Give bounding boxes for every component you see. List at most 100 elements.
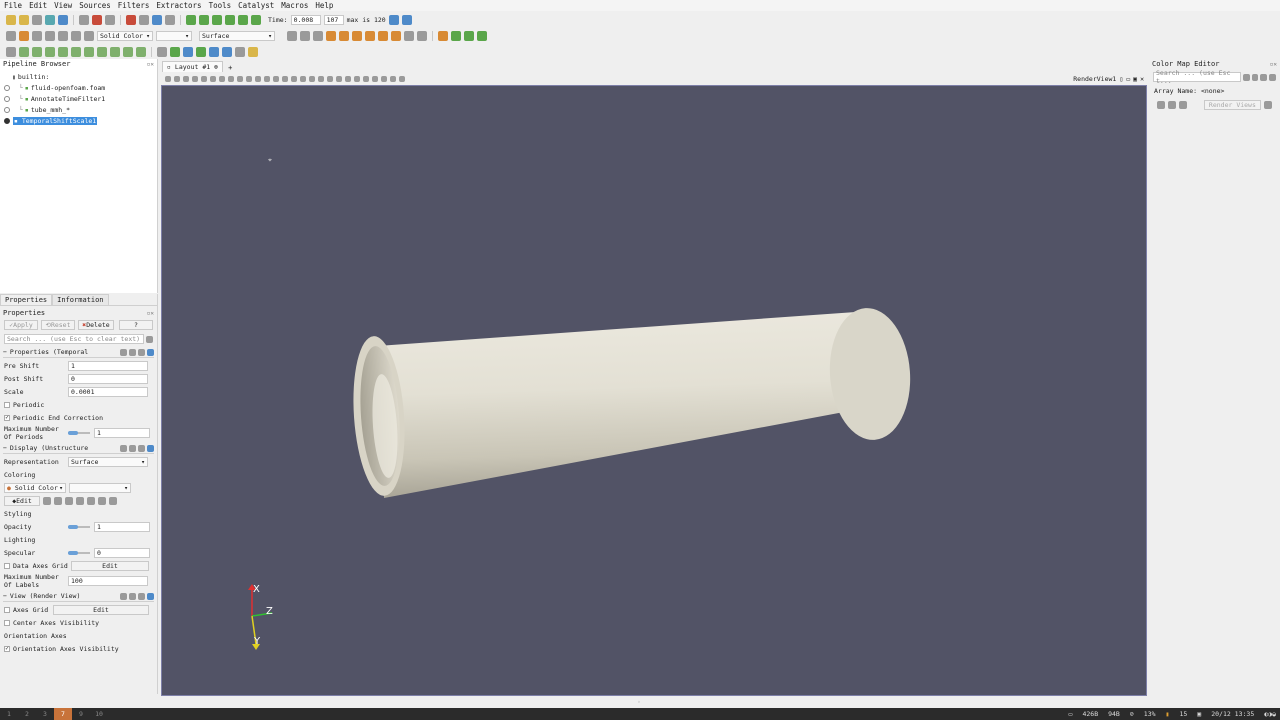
opacity-slider[interactable]	[68, 524, 90, 529]
set-view-direction-x-icon[interactable]	[326, 30, 336, 41]
paste-icon[interactable]	[129, 592, 136, 600]
connect-icon[interactable]	[45, 14, 55, 25]
specular-slider[interactable]	[68, 550, 90, 555]
opacity-field[interactable]: 1	[94, 521, 150, 532]
orientation-axes-visibility-row[interactable]: ✓ Orientation Axes Visibility	[0, 642, 157, 655]
view-tool-icon[interactable]	[345, 75, 351, 82]
post-shift-field[interactable]: 0	[68, 373, 148, 384]
time-index-spinbox[interactable]: 107	[323, 14, 344, 25]
edit-color-map-icon[interactable]	[19, 30, 29, 41]
pipeline-item-annotate[interactable]: └ ▪ AnnotateTimeFilter1	[4, 93, 157, 104]
view-tool-icon[interactable]	[363, 75, 369, 82]
reset-session-icon[interactable]	[105, 14, 115, 25]
refresh-icon[interactable]	[138, 592, 145, 600]
menu-file[interactable]: File	[4, 1, 22, 10]
periodic-end-row[interactable]: ✓ Periodic End Correction	[0, 411, 157, 424]
pipeline-item-builtin[interactable]: ▮ builtin:	[4, 71, 157, 82]
view-tool-icon[interactable]	[291, 75, 297, 82]
rotate-minus-icon[interactable]	[417, 30, 427, 41]
color-tool-icon[interactable]	[65, 496, 73, 505]
slice-icon[interactable]	[45, 46, 55, 57]
pipeline-item-temporal-shift[interactable]: ▪ TemporalShiftScale1	[4, 115, 157, 126]
color-tool-icon[interactable]	[54, 496, 62, 505]
apply-button[interactable]: ✓ Apply	[4, 320, 38, 330]
set-view-direction-z-icon[interactable]	[378, 30, 388, 41]
view-tool-icon[interactable]	[390, 75, 396, 82]
save-icon[interactable]	[147, 444, 154, 452]
view-tool-icon[interactable]	[183, 75, 189, 82]
reset-button[interactable]: ⟲ Reset	[41, 320, 75, 330]
rescale-custom-icon[interactable]	[45, 30, 55, 41]
view-tool-icon[interactable]	[282, 75, 288, 82]
dock-controls-icon[interactable]: ▫✕	[147, 310, 154, 317]
section-display[interactable]: − Display (Unstructure	[3, 443, 154, 454]
zoom-time-icon[interactable]	[388, 14, 399, 25]
set-view-direction-minus-x-icon[interactable]	[339, 30, 349, 41]
menu-view[interactable]: View	[54, 1, 72, 10]
glyph-icon[interactable]	[84, 46, 94, 57]
view-tool-icon[interactable]	[228, 75, 234, 82]
menu-extractors[interactable]: Extractors	[156, 1, 201, 10]
python-calculator-icon[interactable]	[157, 46, 167, 57]
view-tool-icon[interactable]	[201, 75, 207, 82]
axes-icon[interactable]	[222, 46, 232, 57]
view-tool-icon[interactable]	[318, 75, 324, 82]
add-layout-button[interactable]: +	[223, 64, 237, 72]
zoom-time-range-icon[interactable]	[401, 14, 412, 25]
view-tool-icon[interactable]	[210, 75, 216, 82]
section-properties[interactable]: − Properties (Temporal	[3, 347, 154, 358]
axes-grid-edit-button[interactable]: Edit	[53, 604, 149, 615]
zoom-to-data-icon[interactable]	[300, 30, 310, 41]
center-axes-checkbox[interactable]	[4, 619, 10, 626]
scale-field[interactable]: 0.0001	[68, 386, 148, 397]
paste-icon[interactable]	[129, 444, 136, 452]
max-periods-field[interactable]: 1	[94, 428, 150, 438]
edit-color-button[interactable]: ◆ Edit	[4, 495, 40, 506]
view-tool-icon[interactable]	[300, 75, 306, 82]
color-tool-icon[interactable]	[98, 496, 106, 505]
contour-icon[interactable]	[19, 46, 29, 57]
color-by-combo[interactable]: Solid Color ▾	[97, 30, 153, 41]
workspace-10[interactable]: 10	[90, 708, 108, 720]
color-map-search-input[interactable]: Search ... (use Esc t...	[1153, 69, 1241, 85]
axes-grid-checkbox[interactable]	[4, 606, 10, 613]
visibility-eye-icon[interactable]	[4, 106, 10, 113]
view-tool-icon[interactable]	[174, 75, 180, 82]
pre-shift-field[interactable]: 1	[68, 360, 148, 371]
orientation-axes-visibility-checkbox[interactable]: ✓	[4, 645, 10, 652]
pipeline-item-foam[interactable]: └ ▪ fluid-openfoam.foam	[4, 82, 157, 93]
paste-icon[interactable]	[129, 348, 136, 356]
component-combo[interactable]: ▾	[156, 30, 192, 41]
tab-layout-1[interactable]: ▫ Layout #1 ⊗	[162, 61, 224, 72]
redo-icon[interactable]	[139, 14, 149, 25]
split-vertical-icon[interactable]: ▭	[1126, 75, 1130, 83]
representation-toolbar-combo[interactable]: Surface ▾	[199, 30, 275, 41]
undo-icon[interactable]	[126, 14, 136, 25]
set-view-direction-y-icon[interactable]	[352, 30, 362, 41]
close-icon[interactable]: ⊗	[214, 63, 218, 71]
rescale-temporal-icon[interactable]	[58, 30, 68, 41]
copy-icon[interactable]	[120, 444, 127, 452]
save-icon[interactable]	[147, 592, 154, 600]
stream-tracer-icon[interactable]	[97, 46, 107, 57]
view-tool-icon[interactable]	[192, 75, 198, 82]
clip-icon[interactable]	[32, 46, 42, 57]
center-axes-row[interactable]: Center Axes Visibility	[0, 616, 157, 629]
workspace-9[interactable]: 9	[72, 708, 90, 720]
visibility-eye-icon[interactable]	[4, 117, 10, 124]
set-view-direction-minus-z-icon[interactable]	[391, 30, 401, 41]
help-icon[interactable]	[1269, 73, 1276, 81]
solid-color-combo[interactable]: ● Solid Color ▾	[4, 482, 66, 493]
workspace-1[interactable]: 1	[0, 708, 18, 720]
save-icon[interactable]	[147, 348, 154, 356]
periodic-row[interactable]: Periodic	[0, 398, 157, 411]
dock-controls-icon[interactable]: ▫✕	[147, 61, 154, 68]
view-tool-icon[interactable]	[255, 75, 261, 82]
extract-subset-icon[interactable]	[71, 46, 81, 57]
menu-tools[interactable]: Tools	[209, 1, 232, 10]
maximize-icon[interactable]: ▣	[1133, 75, 1137, 83]
menu-edit[interactable]: Edit	[29, 1, 47, 10]
menu-macros[interactable]: Macros	[281, 1, 308, 10]
dock-controls-icon[interactable]: ▫✕	[1270, 61, 1277, 68]
color-map-tool-icon[interactable]	[1157, 101, 1165, 109]
